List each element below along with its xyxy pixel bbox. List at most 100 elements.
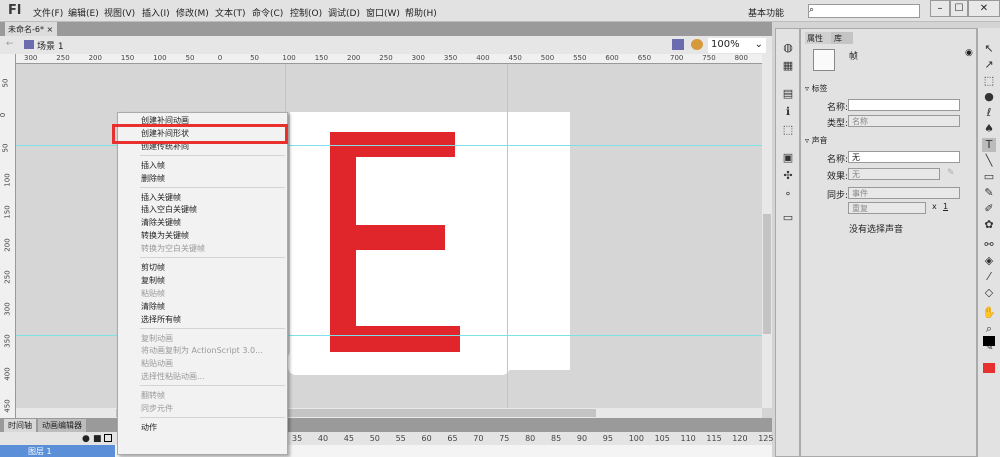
context-menu-item[interactable]: 复制动画 (141, 333, 173, 344)
minimize-button[interactable]: – (930, 0, 950, 17)
context-menu-item[interactable]: 插入空白关键帧 (141, 204, 197, 215)
tab-motion-editor[interactable]: 动画编辑器 (38, 419, 86, 432)
motion-presets-icon[interactable]: ∘ (781, 187, 795, 201)
scene-bar: ← 场景 1 (0, 36, 772, 54)
close-window-button[interactable]: ✕ (968, 0, 1000, 17)
context-menu-item[interactable]: 清除帧 (141, 301, 165, 312)
menu-8[interactable]: 调试(D) (328, 6, 360, 19)
eyedropper-icon[interactable]: ⁄ (982, 270, 996, 284)
lock-icon[interactable]: ■ (93, 434, 102, 444)
menu-2[interactable]: 视图(V) (104, 6, 135, 19)
label-type-select[interactable]: 名称 (848, 115, 960, 127)
context-menu-item[interactable]: 转换为空白关键帧 (141, 243, 205, 254)
context-menu-item[interactable]: 剪切帧 (141, 262, 165, 273)
menu-4[interactable]: 修改(M) (176, 6, 209, 19)
sound-section[interactable]: ▿ 声音 (805, 135, 828, 146)
layer-row[interactable] (0, 445, 772, 457)
3d-rotation-icon[interactable]: ● (982, 90, 996, 104)
components-icon[interactable]: ✣ (781, 169, 795, 183)
edit-pencil-icon[interactable]: ✎ (947, 168, 955, 178)
context-menu-item[interactable]: 选择所有帧 (141, 314, 181, 325)
sync-select[interactable]: 事件 (848, 187, 960, 199)
context-menu-item[interactable]: 将动画复制为 ActionScript 3.0... (141, 345, 263, 356)
menu-9[interactable]: 窗口(W) (366, 6, 400, 19)
pen-tool-icon[interactable]: ♠ (982, 122, 996, 136)
object-type: 帧 (849, 52, 859, 62)
tab-timeline[interactable]: 时间轴 (4, 419, 36, 432)
eye-icon[interactable]: ● (82, 434, 90, 444)
frame-number: 115 (706, 434, 722, 443)
sound-name-select[interactable]: 无 (848, 151, 960, 163)
context-menu-item[interactable]: 转换为关键帧 (141, 230, 189, 241)
label-section[interactable]: ▿ 标签 (805, 83, 828, 94)
selection-tool-icon[interactable]: ↖ (982, 42, 996, 56)
menu-6[interactable]: 命令(C) (252, 6, 283, 19)
text-tool-icon[interactable]: T (982, 138, 996, 152)
context-menu-item[interactable]: 动作 (141, 422, 157, 433)
transform-icon[interactable]: ⬚ (781, 123, 795, 137)
context-menu-item[interactable]: 同步元件 (141, 403, 173, 414)
menu-separator (140, 385, 285, 387)
edit-symbols-icon[interactable] (691, 39, 703, 50)
align-icon[interactable]: ▤ (781, 87, 795, 101)
code-snippets-icon[interactable]: ▣ (781, 151, 795, 165)
subselection-tool-icon[interactable]: ↗ (982, 58, 996, 72)
swatches-icon[interactable]: ▦ (781, 59, 795, 73)
lasso-icon[interactable]: ℓ (982, 106, 996, 120)
workspace-dropdown[interactable]: 基本功能 (748, 6, 784, 19)
fill-color-swatch[interactable] (983, 363, 995, 373)
repeat-count[interactable]: 1 (943, 202, 948, 211)
outline-icon[interactable] (104, 434, 112, 442)
ruler-tick-label: 400 (476, 54, 490, 62)
free-transform-icon[interactable]: ⬚ (982, 74, 996, 88)
search-input[interactable]: ⌕ (808, 4, 920, 18)
pencil-tool-icon[interactable]: ✎ (982, 186, 996, 200)
deco-tool-icon[interactable]: ✿ (982, 218, 996, 232)
ruler-tick-label: 300 (24, 54, 38, 62)
info-icon[interactable]: ℹ (781, 105, 795, 119)
brush-tool-icon[interactable]: ✐ (982, 202, 996, 216)
frame-name-input[interactable] (848, 99, 960, 111)
menu-0[interactable]: 文件(F) (33, 6, 63, 19)
paint-bucket-icon[interactable]: ◈ (982, 254, 996, 268)
menu-10[interactable]: 帮助(H) (405, 6, 437, 19)
bone-tool-icon[interactable]: ⚯ (982, 238, 996, 252)
back-arrow-icon[interactable]: ← (6, 39, 14, 49)
maximize-button[interactable]: ☐ (950, 0, 968, 17)
layer-name[interactable]: 图层 1 (0, 445, 115, 457)
line-tool-icon[interactable]: ╲ (982, 154, 996, 168)
tab-library[interactable]: 库 (831, 32, 853, 44)
rectangle-tool-icon[interactable]: ▭ (982, 170, 996, 184)
vertical-scrollbar[interactable] (762, 54, 772, 408)
document-tab[interactable]: 未命名-6* × (5, 22, 57, 36)
stroke-color-swatch[interactable] (983, 336, 995, 346)
color-icon[interactable]: ◍ (781, 41, 795, 55)
menu-7[interactable]: 控制(O) (290, 6, 322, 19)
tab-properties[interactable]: 属性 (805, 32, 831, 44)
effect-select[interactable]: 无 (848, 168, 940, 180)
context-menu-item[interactable]: 插入帧 (141, 160, 165, 171)
repeat-select[interactable]: 重复 (848, 202, 926, 214)
context-menu-item[interactable]: 粘贴动画 (141, 358, 173, 369)
zoom-tool-icon[interactable]: ⌕ (982, 322, 996, 336)
close-tab-icon[interactable]: × (47, 25, 54, 34)
menu-5[interactable]: 文本(T) (215, 6, 246, 19)
menu-3[interactable]: 插入(I) (142, 6, 170, 19)
zoom-select[interactable]: 100% ⌄ (708, 38, 766, 53)
projector-icon[interactable]: ▭ (781, 211, 795, 225)
context-menu-item[interactable]: 粘贴帧 (141, 288, 165, 299)
help-icon[interactable]: ◉ (965, 48, 973, 58)
edit-scene-icon[interactable] (672, 39, 684, 50)
context-menu-item[interactable]: 清除关键帧 (141, 217, 181, 228)
ruler-tick-label: 350 (443, 54, 458, 62)
menu-1[interactable]: 编辑(E) (68, 6, 99, 19)
context-menu-item[interactable]: 删除帧 (141, 173, 165, 184)
eraser-icon[interactable]: ◇ (982, 286, 996, 300)
context-menu-item[interactable]: 插入关键帧 (141, 192, 181, 203)
context-menu-item[interactable]: 复制帧 (141, 275, 165, 286)
context-menu-item[interactable]: 选择性粘贴动画... (141, 371, 205, 382)
context-menu-item[interactable]: 翻转帧 (141, 390, 165, 401)
ruler-tick-label: 750 (702, 54, 716, 62)
guide-line[interactable] (507, 64, 508, 408)
hand-tool-icon[interactable]: ✋ (982, 306, 996, 320)
